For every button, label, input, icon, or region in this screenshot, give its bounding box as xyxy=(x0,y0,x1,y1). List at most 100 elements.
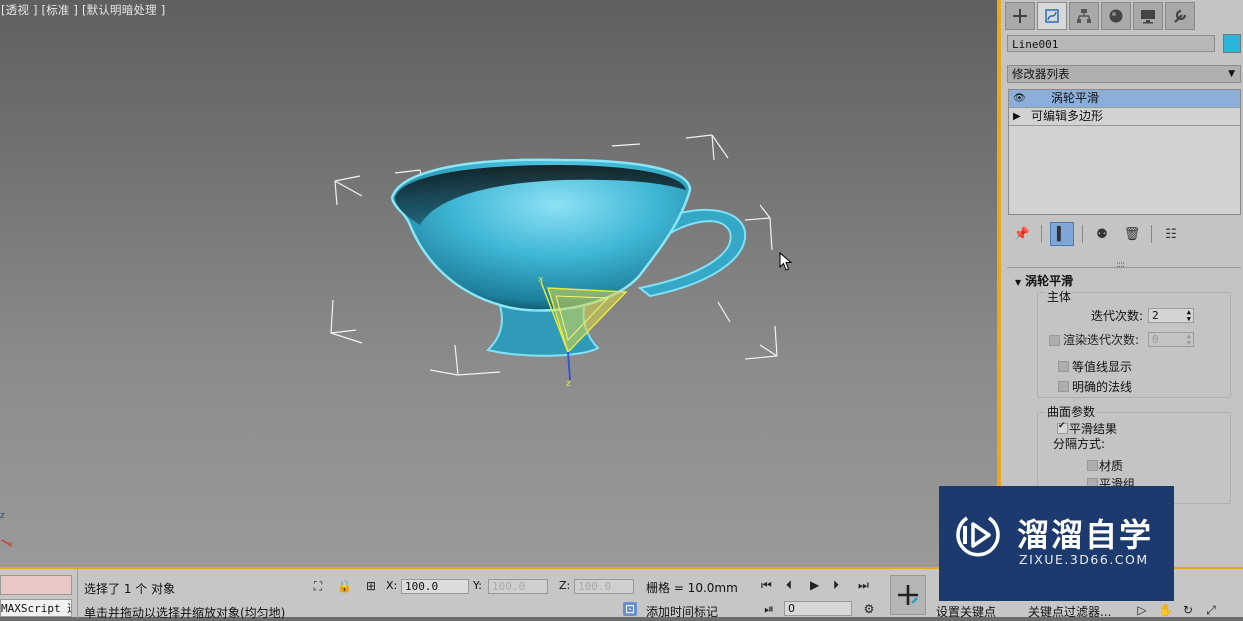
modifier-stack[interactable]: 👁 涡轮平滑 ▶ 可编辑多边形 xyxy=(1008,89,1241,215)
x-label: X: xyxy=(386,579,398,592)
separator xyxy=(1082,225,1083,243)
key-filters-button[interactable]: 关键点过滤器... xyxy=(1028,603,1111,620)
selection-status: 选择了 1 个 对象 xyxy=(84,582,176,596)
stack-item-turbosmooth[interactable]: 👁 涡轮平滑 xyxy=(1009,90,1240,108)
axis-tripod: z x xyxy=(0,511,14,550)
go-to-end-icon[interactable]: ⏭ xyxy=(858,578,869,593)
smooth-result-checkbox[interactable] xyxy=(1057,421,1068,434)
modify-icon xyxy=(1045,9,1059,23)
play-logo-icon xyxy=(956,516,1000,557)
stack-item-label: 可编辑多边形 xyxy=(1031,109,1104,123)
maxscript-listener-input[interactable] xyxy=(0,575,72,595)
pan-hand-icon[interactable]: ✋ xyxy=(1158,603,1173,617)
grid-size: 栅格 = 10.0mm xyxy=(646,581,738,595)
gizmo-z-label: z xyxy=(566,379,571,389)
mouse-cursor-icon xyxy=(779,252,793,271)
watermark-title: 溜溜自学 xyxy=(1017,516,1154,554)
axis-z-label: z xyxy=(0,511,5,521)
separator xyxy=(1041,225,1042,243)
iterations-value: 2 xyxy=(1152,309,1159,322)
key-mode-icon[interactable]: ⏯ xyxy=(762,602,776,616)
y-label: Y: xyxy=(473,579,482,592)
add-time-tag[interactable]: 添加时间标记 xyxy=(646,603,718,620)
gizmo-x-label: x xyxy=(538,275,544,285)
isoline-label: 等值线显示 xyxy=(1072,360,1133,374)
separate-by-label: 分隔方式: xyxy=(1053,437,1106,451)
render-iters-spinner[interactable]: 0 ▲ ▼ xyxy=(1148,332,1194,347)
time-config-icon[interactable]: ⚙ xyxy=(862,602,876,616)
stack-toolbar: 📌 ▍ ⚉ 🗑 ☷ xyxy=(1011,222,1182,246)
configure-modifier-sets-icon[interactable]: ☷ xyxy=(1160,223,1182,245)
z-coordinate-field[interactable]: 100.0 xyxy=(574,579,634,594)
render-iters-value: 0 xyxy=(1152,333,1159,346)
previous-frame-icon[interactable]: ⏴ xyxy=(786,578,792,593)
command-panel: Line001 修改器列表 ▼ 👁 涡轮平滑 ▶ 可编辑多边形 📌 ▍ ⚉ 🗑 … xyxy=(1001,0,1243,567)
iterations-label: 迭代次数: xyxy=(1091,309,1144,323)
x-coordinate-field[interactable]: 100.0 xyxy=(401,579,469,594)
prompt-line: 单击并拖动以选择并缩放对象(均匀地) xyxy=(84,606,286,620)
orbit-icon[interactable]: ↻ xyxy=(1181,603,1195,617)
key-plus-icon xyxy=(898,585,918,605)
expand-triangle-icon[interactable]: ▶ xyxy=(1013,108,1021,125)
render-iters-label: 渲染迭代次数: xyxy=(1063,333,1140,347)
spinner-arrows-icon[interactable]: ▲ ▼ xyxy=(1187,309,1191,323)
z-label: Z: xyxy=(559,579,571,592)
lock-selection-icon[interactable]: 🔒 xyxy=(337,579,352,593)
command-panel-tabs xyxy=(1005,2,1195,30)
hierarchy-icon xyxy=(1077,9,1091,23)
rollout-header[interactable]: ▼ 涡轮平滑 xyxy=(1015,272,1073,289)
render-iters-checkbox[interactable] xyxy=(1049,335,1060,346)
play-icon[interactable]: ▶ xyxy=(810,578,819,592)
eye-icon[interactable]: 👁 xyxy=(1013,90,1026,107)
explicit-normals-label: 明确的法线 xyxy=(1072,380,1133,394)
modifier-list-label: 修改器列表 xyxy=(1012,67,1070,81)
watermark-subtitle: ZIXUE.3D66.COM xyxy=(1019,552,1149,567)
main-group-label: 主体 xyxy=(1045,288,1074,305)
perspective-viewport[interactable]: [透视 ] [标准 ] [默认明暗处理 ] x z z x xyxy=(0,0,997,567)
display-icon xyxy=(1141,10,1155,24)
absolute-transform-icon[interactable]: ⊞ xyxy=(364,579,378,593)
object-color-swatch[interactable] xyxy=(1223,34,1241,53)
make-unique-icon[interactable]: ⚉ xyxy=(1091,223,1113,245)
stack-item-editable-poly[interactable]: ▶ 可编辑多边形 xyxy=(1009,108,1240,126)
motion-icon xyxy=(1109,9,1123,23)
separator xyxy=(1151,225,1152,243)
display-tab[interactable] xyxy=(1133,2,1163,30)
show-end-result-icon[interactable]: ▍ xyxy=(1050,222,1074,246)
set-keys-label[interactable]: 设置关键点 xyxy=(936,603,996,620)
watermark-logo: 溜溜自学 ZIXUE.3D66.COM xyxy=(939,486,1174,601)
maximize-viewport-icon[interactable]: ⤢ xyxy=(1204,603,1218,617)
hierarchy-tab[interactable] xyxy=(1069,2,1099,30)
materials-label: 材质 xyxy=(1099,459,1124,473)
isolate-selection-icon[interactable]: ⛶ xyxy=(311,579,325,593)
maxscript-mini-listener[interactable]: MAXScript 迷 xyxy=(0,599,72,617)
iterations-spinner[interactable]: 2 ▲ ▼ xyxy=(1148,308,1194,323)
remove-modifier-icon[interactable]: 🗑 xyxy=(1121,223,1143,245)
object-name-field[interactable]: Line001 xyxy=(1007,35,1215,52)
utilities-icon xyxy=(1174,9,1187,23)
chevron-down-icon: ▼ xyxy=(1228,69,1235,79)
stack-item-label: 涡轮平滑 xyxy=(1051,91,1100,105)
explicit-normals-checkbox[interactable] xyxy=(1058,381,1069,392)
modifier-list-dropdown[interactable]: 修改器列表 ▼ xyxy=(1007,65,1241,83)
scene-graphics: x z z x xyxy=(0,134,778,550)
rollout-title: 涡轮平滑 xyxy=(1025,274,1074,288)
time-tag-icon[interactable]: ⊡ xyxy=(623,602,637,616)
motion-tab[interactable] xyxy=(1101,2,1131,30)
go-to-start-icon[interactable]: ⏮ xyxy=(761,578,772,593)
create-tab[interactable] xyxy=(1005,2,1035,30)
isoline-checkbox[interactable] xyxy=(1058,361,1069,372)
y-coordinate-field[interactable]: 100.0 xyxy=(488,579,548,594)
axis-x-label: x xyxy=(8,540,14,550)
materials-checkbox[interactable] xyxy=(1087,460,1098,471)
select-tool-icon[interactable]: ▷ xyxy=(1135,603,1149,617)
utilities-tab[interactable] xyxy=(1165,2,1195,30)
pin-stack-icon[interactable]: 📌 xyxy=(1011,223,1033,245)
modify-tab[interactable] xyxy=(1037,2,1067,30)
spinner-arrows-icon[interactable]: ▲ ▼ xyxy=(1187,333,1191,347)
next-frame-icon[interactable]: ⏵ xyxy=(833,578,839,593)
surface-group-label: 曲面参数 xyxy=(1045,403,1098,420)
current-frame-field[interactable]: 0 xyxy=(784,601,852,616)
separator xyxy=(77,569,78,619)
set-key-button[interactable] xyxy=(890,575,926,615)
